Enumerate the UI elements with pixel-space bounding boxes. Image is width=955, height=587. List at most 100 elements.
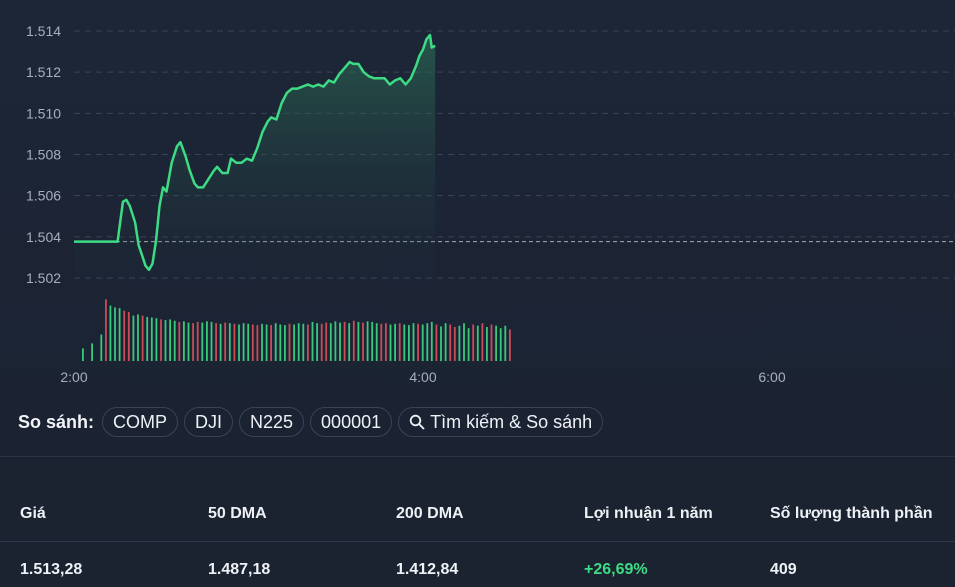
volume-bar [403,325,405,362]
volume-bar [440,326,442,361]
volume-bar [454,327,456,361]
search-icon [409,414,425,430]
volume-bar [91,343,93,361]
search-compare-button[interactable]: Tìm kiếm & So sánh [398,407,603,437]
stat-header-50dma: 50 DMA [208,505,267,523]
volume-bar [142,316,144,361]
price-chart-svg: 1.5141.5121.5101.5081.5061.5041.5022:004… [0,0,955,400]
volume-bar [367,321,369,361]
volume-bar [257,325,259,361]
volume-bar [307,325,309,362]
volume-bar [183,321,185,361]
volume-bar [243,323,245,361]
stat-value-constituents: 409 [770,561,797,579]
y-tick-label: 1.512 [26,64,61,80]
volume-bar [261,324,263,361]
volume-bar [238,325,240,362]
volume-bar [394,324,396,361]
volume-bar [459,326,461,361]
volume-bar [417,324,419,361]
volume-bar [302,324,304,361]
volume-bar [362,323,364,361]
chip-label: 000001 [321,412,381,433]
volume-bar [486,327,488,361]
volume-bar [252,325,254,362]
volume-bar [105,299,107,361]
volume-bar [500,328,502,361]
volume-bar [201,323,203,361]
y-tick-label: 1.514 [26,23,61,39]
stat-value-50dma: 1.487,18 [208,561,270,579]
volume-bar [482,323,484,361]
chip-label: N225 [250,412,293,433]
volume-bar [495,326,497,361]
volume-bar [399,323,401,361]
volume-bar [160,319,162,361]
y-tick-label: 1.508 [26,147,61,163]
search-compare-label: Tìm kiếm & So sánh [430,412,592,433]
volume-bar [110,306,112,361]
volume-bar [445,323,447,361]
volume-bar [509,330,511,362]
volume-bar [156,318,158,361]
compare-chip-n225[interactable]: N225 [239,407,304,437]
volume-bar [151,318,153,362]
volume-bar [321,324,323,361]
y-tick-label: 1.504 [26,229,61,245]
volume-bar [449,325,451,362]
volume-bar [325,323,327,361]
compare-chip-comp[interactable]: COMP [102,407,178,437]
volume-bar [229,323,231,361]
volume-bar [165,320,167,361]
volume-bar [123,311,125,361]
volume-bar [335,321,337,361]
volume-bar [293,325,295,362]
volume-bar [472,325,474,362]
volume-bar [270,325,272,361]
stats-divider [0,541,955,542]
volume-bar [224,323,226,361]
volume-bar [312,322,314,361]
volume-bar [431,322,433,361]
compare-chip-dji[interactable]: DJI [184,407,233,437]
volume-bar [408,325,410,361]
stats-table: Giá 50 DMA 200 DMA Lợi nhuận 1 năm Số lư… [0,457,955,587]
volume-bar [146,317,148,361]
price-chart[interactable]: 1.5141.5121.5101.5081.5061.5041.5022:004… [0,0,955,400]
volume-bar [390,325,392,362]
volume-bar [477,326,479,361]
chip-label: COMP [113,412,167,433]
volume-bar [178,322,180,361]
volume-bar [279,325,281,362]
volume-bar [133,316,135,361]
volume-bar [188,323,190,361]
volume-bar [100,335,102,362]
compare-bar: So sánh: COMP DJI N225 000001 Tìm kiếm &… [18,405,603,439]
volume-bar [330,323,332,361]
chip-label: DJI [195,412,222,433]
volume-bar [413,323,415,361]
volume-bar [128,312,130,361]
volume-bar [192,323,194,361]
volume-bar [266,325,268,362]
x-tick-label: 4:00 [409,369,436,385]
volume-bar [348,323,350,361]
price-area [74,35,435,300]
volume-bar [289,324,291,361]
volume-bar [247,324,249,361]
x-tick-label: 6:00 [758,369,785,385]
volume-bar [114,307,116,361]
stat-header-200dma: 200 DMA [396,505,464,523]
volume-bar [436,325,438,362]
stat-header-constituents: Số lượng thành phần [770,505,933,523]
volume-bar [491,325,493,362]
compare-chip-000001[interactable]: 000001 [310,407,392,437]
volume-bar [119,308,121,361]
stat-header-price: Giá [20,505,46,523]
volume-bar [463,323,465,361]
stat-header-1y-return: Lợi nhuận 1 năm [584,505,713,523]
volume-bar [385,323,387,361]
y-tick-label: 1.506 [26,188,61,204]
volume-bar [215,323,217,361]
volume-bar [426,323,428,361]
